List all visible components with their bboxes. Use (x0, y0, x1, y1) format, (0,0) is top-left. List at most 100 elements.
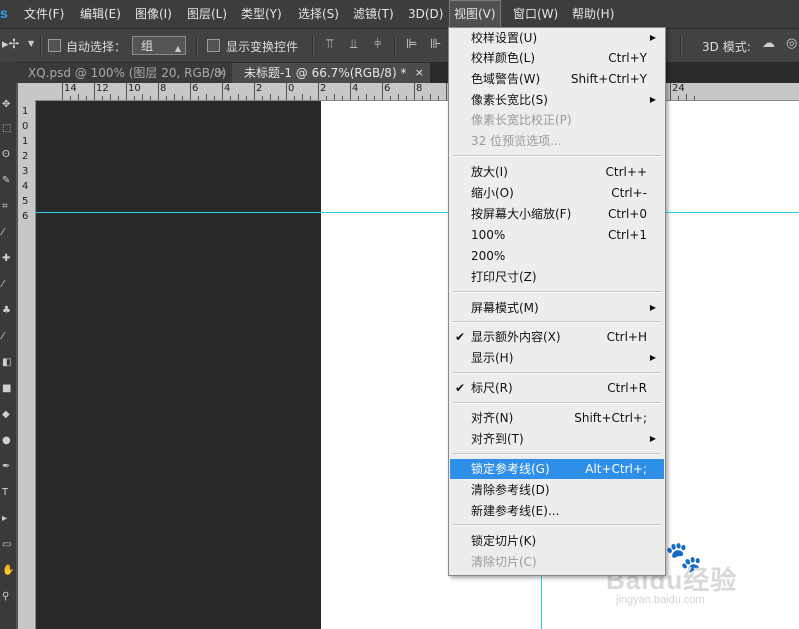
menu-layer[interactable]: 图层(L) (187, 0, 227, 28)
menu-item-snap[interactable]: 对齐(N) Shift+Ctrl+; (450, 408, 664, 428)
menu-item-gamut-warning[interactable]: 色域警告(W) Shift+Ctrl+Y (450, 69, 664, 89)
blur-icon[interactable]: ◆ (2, 410, 12, 420)
menu-item-extras[interactable]: ✔ 显示额外内容(X) Ctrl+H (450, 327, 664, 347)
menu-select[interactable]: 选择(S) (298, 0, 339, 28)
menu-item-shortcut: Alt+Ctrl+; (585, 462, 647, 476)
menu-item-100-percent[interactable]: 100% Ctrl+1 (450, 225, 664, 245)
menu-edit[interactable]: 编辑(E) (80, 0, 121, 28)
menu-item-rulers[interactable]: ✔ 标尺(R) Ctrl+R (450, 378, 664, 398)
close-icon[interactable]: × (217, 63, 226, 83)
menu-type[interactable]: 类型(Y) (241, 0, 282, 28)
ruler-label: 4 (224, 83, 231, 94)
shape-icon[interactable]: ▭ (2, 540, 12, 550)
menu-item-lock-slices[interactable]: 锁定切片(K) (450, 531, 664, 551)
menu-item-print-size[interactable]: 打印尺寸(Z) (450, 267, 664, 287)
submenu-arrow-icon: ▶ (649, 434, 656, 443)
menu-help[interactable]: 帮助(H) (572, 0, 614, 28)
menu-item-proof-setup[interactable]: 校样设置(U) ▶ (450, 28, 664, 48)
divider (196, 35, 198, 57)
zoom-icon[interactable]: ⚲ (2, 592, 12, 602)
menu-item-fit-on-screen[interactable]: 按屏幕大小缩放(F) Ctrl+0 (450, 204, 664, 224)
ruler-tick (198, 96, 199, 100)
type-icon[interactable]: T (2, 488, 12, 498)
menu-item-shortcut: Ctrl+0 (607, 207, 647, 221)
path-select-icon[interactable]: ▸ (2, 514, 12, 524)
auto-select-checkbox[interactable] (48, 39, 61, 52)
menu-item-screen-mode[interactable]: 屏幕模式(M) ▶ (450, 298, 664, 318)
ruler-label: 2 (256, 83, 263, 94)
menu-item-shortcut: Shift+Ctrl+Y (570, 72, 647, 86)
show-transform-checkbox[interactable] (207, 39, 220, 52)
menu-item-label: 校样颜色(L) (471, 51, 536, 65)
menu-window[interactable]: 窗口(W) (513, 0, 558, 28)
menu-item-pixel-aspect-ratio[interactable]: 像素长宽比(S) ▶ (450, 90, 664, 110)
3d-orbit-icon[interactable]: ☁ (762, 36, 775, 51)
tab-untitled-1[interactable]: 未标题-1 @ 66.7%(RGB/8) * × (232, 63, 430, 83)
horizontal-ruler[interactable]: 1412108642024681012141618202224 (36, 83, 799, 101)
menu-item-shortcut: Ctrl+H (606, 330, 647, 344)
dodge-icon[interactable]: ● (2, 436, 12, 446)
ruler-label: 12 (96, 83, 109, 94)
menu-item-proof-colors[interactable]: 校样颜色(L) Ctrl+Y (450, 48, 664, 68)
menu-filter[interactable]: 滤镜(T) (353, 0, 394, 28)
align-top-icon[interactable]: ⫪ (326, 37, 333, 52)
menu-item-snap-to[interactable]: 对齐到(T) ▶ (450, 429, 664, 449)
menu-item-label: 放大(I) (471, 165, 508, 179)
ruler-tick (294, 96, 295, 100)
menu-item-new-guide[interactable]: 新建参考线(E)... (450, 501, 664, 521)
menu-item-shortcut: Ctrl+R (607, 381, 647, 395)
history-brush-icon[interactable]: ⁄ (2, 332, 12, 342)
divider (40, 35, 42, 57)
menu-view[interactable]: 视图(V) (449, 0, 501, 28)
auto-select-dropdown[interactable]: 组 ▲▼ (132, 36, 186, 72)
quick-select-icon[interactable]: ✎ (2, 176, 12, 186)
ruler-tick (158, 83, 159, 100)
ruler-tick (230, 96, 231, 100)
gradient-icon[interactable]: ■ (2, 384, 12, 394)
menu-image[interactable]: 图像(I) (135, 0, 172, 28)
menu-item-lock-guides[interactable]: 锁定参考线(G) Alt+Ctrl+; (450, 459, 664, 479)
menu-item-shortcut: Ctrl++ (605, 165, 647, 179)
eraser-icon[interactable]: ◧ (2, 358, 12, 368)
ruler-tick (286, 83, 287, 100)
ruler-tick (174, 94, 175, 100)
ruler-label: 1 (22, 106, 29, 117)
3d-mode-label: 3D 模式: (702, 40, 751, 54)
menu-item-clear-guides[interactable]: 清除参考线(D) (450, 480, 664, 500)
crop-icon[interactable]: ⌗ (2, 202, 12, 212)
menu-3d[interactable]: 3D(D) (408, 0, 443, 28)
stamp-icon[interactable]: ♣ (2, 306, 12, 316)
menu-divider (453, 155, 661, 157)
3d-roll-icon[interactable]: ◎ (786, 36, 797, 51)
eyedropper-icon[interactable]: ⁄ (2, 228, 12, 238)
ruler-tick (414, 83, 415, 100)
menu-file[interactable]: 文件(F) (24, 0, 64, 28)
pen-icon[interactable]: ✒ (2, 462, 12, 472)
move-tool-icon[interactable]: ▸✢ (2, 37, 19, 52)
hand-icon[interactable]: ✋ (2, 566, 14, 576)
healing-icon[interactable]: ✚ (2, 254, 12, 264)
lasso-icon[interactable]: ʘ (2, 150, 12, 160)
menu-item-200-percent[interactable]: 200% (450, 246, 664, 266)
app-logo: s (0, 5, 8, 21)
align-vcenter-icon[interactable]: ⫫ (350, 37, 357, 52)
menu-item-show[interactable]: 显示(H) ▶ (450, 348, 664, 368)
menu-item-label: 屏幕模式(M) (471, 301, 539, 315)
align-left-icon[interactable]: ⊫ (406, 37, 417, 52)
ruler-corner[interactable] (18, 83, 36, 100)
chevron-down-icon[interactable]: ▼ (28, 39, 34, 48)
menu-item-zoom-in[interactable]: 放大(I) Ctrl++ (450, 162, 664, 182)
marquee-icon[interactable]: ⬚ (2, 124, 12, 134)
brush-icon[interactable]: ⁄ (2, 280, 12, 290)
vertical-ruler[interactable]: 1 0 1 2 3 4 5 6 (18, 100, 36, 629)
close-icon[interactable]: × (415, 63, 424, 83)
ruler-tick (422, 96, 423, 100)
tab-xq-psd[interactable]: XQ.psd @ 100% (图层 20, RGB/8) × (16, 63, 232, 83)
move-icon[interactable]: ✥ (2, 100, 12, 110)
align-hcenter-icon[interactable]: ⊪ (430, 37, 441, 52)
align-bottom-icon[interactable]: ⫩ (374, 37, 381, 52)
divider (312, 35, 314, 57)
horizontal-guide[interactable] (36, 212, 799, 213)
menu-item-zoom-out[interactable]: 缩小(O) Ctrl+- (450, 183, 664, 203)
pasteboard (36, 101, 321, 629)
